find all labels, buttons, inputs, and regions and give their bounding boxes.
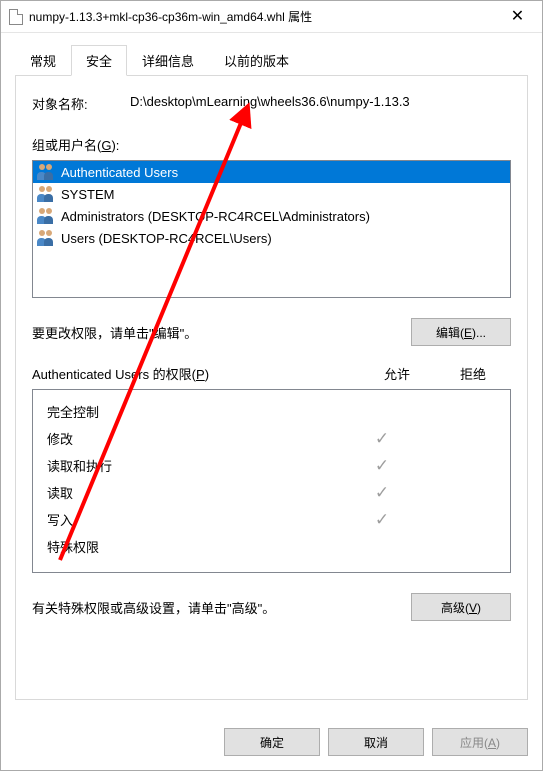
list-item-label: Administrators (DESKTOP-RC4RCEL\Administ… [61, 209, 370, 224]
permissions-box: 完全控制 修改 ✓ 读取和执行 ✓ 读取 ✓ [32, 389, 511, 573]
perm-name: 读取 [47, 483, 344, 502]
tab-security[interactable]: 安全 [71, 45, 127, 76]
users-icon [37, 164, 55, 180]
window-title: numpy-1.13.3+mkl-cp36-cp36m-win_amd64.wh… [29, 8, 312, 25]
list-item-authenticated-users[interactable]: Authenticated Users [33, 161, 510, 183]
advanced-button[interactable]: 高级(V) [411, 593, 511, 621]
check-icon: ✓ [375, 429, 389, 448]
dialog-buttons: 确定 取消 应用(A) [1, 714, 542, 770]
perm-allow: ✓ [344, 457, 420, 474]
perm-name: 读取和执行 [47, 456, 344, 475]
object-name-value: D:\desktop\mLearning\wheels36.6\numpy-1.… [130, 94, 410, 113]
perm-row-read-execute: 读取和执行 ✓ [33, 452, 510, 479]
perm-col-deny: 拒绝 [435, 364, 511, 383]
perm-row-full-control: 完全控制 [33, 398, 510, 425]
list-item-system[interactable]: SYSTEM [33, 183, 510, 205]
users-icon [37, 230, 55, 246]
close-button[interactable]: ✕ [495, 2, 540, 32]
check-icon: ✓ [375, 483, 389, 502]
perm-row-read: 读取 ✓ [33, 479, 510, 506]
ok-button[interactable]: 确定 [224, 728, 320, 756]
titlebar: numpy-1.13.3+mkl-cp36-cp36m-win_amd64.wh… [1, 1, 542, 33]
permissions-title: Authenticated Users 的权限(P) [32, 364, 359, 383]
users-icon [37, 186, 55, 202]
check-icon: ✓ [375, 510, 389, 529]
advanced-row: 有关特殊权限或高级设置，请单击"高级"。 高级(V) [32, 593, 511, 621]
object-name-row: 对象名称: D:\desktop\mLearning\wheels36.6\nu… [32, 94, 511, 113]
perm-row-write: 写入 ✓ [33, 506, 510, 533]
list-item-administrators[interactable]: Administrators (DESKTOP-RC4RCEL\Administ… [33, 205, 510, 227]
list-item-users[interactable]: Users (DESKTOP-RC4RCEL\Users) [33, 227, 510, 249]
check-icon: ✓ [375, 456, 389, 475]
permissions-header: Authenticated Users 的权限(P) 允许 拒绝 [32, 364, 511, 383]
cancel-button[interactable]: 取消 [328, 728, 424, 756]
list-item-label: Users (DESKTOP-RC4RCEL\Users) [61, 231, 272, 246]
perm-col-allow: 允许 [359, 364, 435, 383]
perm-name: 修改 [47, 429, 344, 448]
perm-name: 写入 [47, 510, 344, 529]
properties-window: numpy-1.13.3+mkl-cp36-cp36m-win_amd64.wh… [0, 0, 543, 771]
perm-row-special: 特殊权限 [33, 533, 510, 560]
close-icon: ✕ [511, 9, 524, 25]
perm-allow: ✓ [344, 430, 420, 447]
object-name-label: 对象名称: [32, 94, 130, 113]
content-area: 常规 安全 详细信息 以前的版本 对象名称: D:\desktop\mLearn… [1, 33, 542, 714]
tab-previous-versions[interactable]: 以前的版本 [209, 45, 304, 75]
advanced-hint-text: 有关特殊权限或高级设置，请单击"高级"。 [32, 598, 275, 617]
perm-allow: ✓ [344, 484, 420, 501]
file-icon [9, 9, 23, 25]
titlebar-left: numpy-1.13.3+mkl-cp36-cp36m-win_amd64.wh… [9, 8, 312, 25]
apply-button[interactable]: 应用(A) [432, 728, 528, 756]
tab-general[interactable]: 常规 [15, 45, 71, 75]
list-item-label: Authenticated Users [61, 165, 178, 180]
security-panel: 对象名称: D:\desktop\mLearning\wheels36.6\nu… [15, 75, 528, 700]
perm-allow: ✓ [344, 511, 420, 528]
perm-row-modify: 修改 ✓ [33, 425, 510, 452]
tab-strip: 常规 安全 详细信息 以前的版本 [15, 47, 528, 75]
groups-label: 组或用户名(G): [32, 135, 511, 154]
edit-button[interactable]: 编辑(E)... [411, 318, 511, 346]
edit-hint-row: 要更改权限，请单击"编辑"。 编辑(E)... [32, 318, 511, 346]
tab-details[interactable]: 详细信息 [127, 45, 209, 75]
perm-name: 完全控制 [47, 402, 344, 421]
edit-hint-text: 要更改权限，请单击"编辑"。 [32, 323, 197, 342]
list-item-label: SYSTEM [61, 187, 114, 202]
users-icon [37, 208, 55, 224]
perm-name: 特殊权限 [47, 537, 344, 556]
groups-listbox[interactable]: Authenticated Users SYSTEM Administrator… [32, 160, 511, 298]
